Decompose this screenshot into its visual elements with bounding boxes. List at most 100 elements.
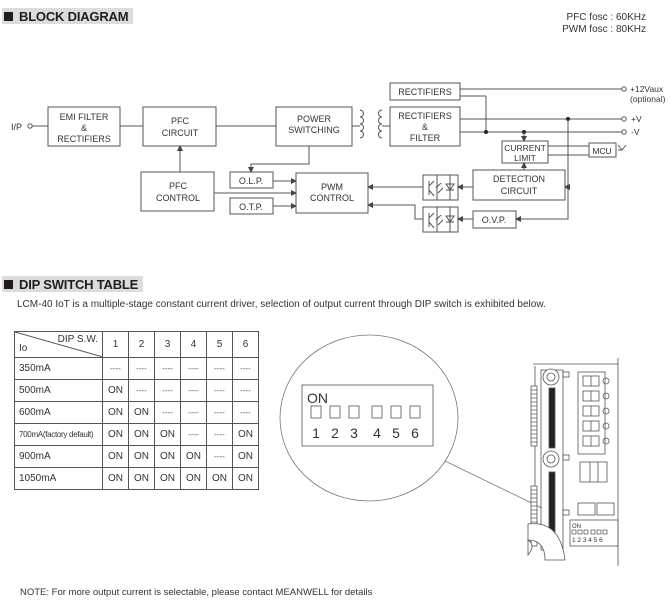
dip-number: 1 (312, 425, 320, 441)
magnifier-circle (279, 334, 459, 502)
optocoupler-icon (422, 174, 459, 201)
ovp-label: O.V.P. (482, 215, 507, 225)
pfc-circuit-line1: PFC (171, 116, 190, 126)
pfc-control-line1: PFC (169, 181, 188, 191)
input-label: I/P (11, 122, 22, 132)
switch-state-cell: ON (154, 467, 181, 490)
magnifier-pointer (444, 460, 543, 509)
current-limit-line1: CURRENT (504, 143, 546, 153)
rectifiers-aux-label: RECTIFIERS (398, 87, 452, 97)
rf-line2: & (422, 122, 428, 132)
io-value: 350mA (14, 357, 103, 380)
table-row: 600mA ON ON ---- ---- ---- ---- (14, 401, 259, 424)
io-label: Io (19, 343, 28, 354)
power-switching-line2: SWITCHING (288, 125, 340, 135)
switch-state-cell: ---- (180, 401, 207, 424)
rf-line1: RECTIFIERS (398, 111, 452, 121)
switch-state-cell: ---- (128, 357, 155, 380)
dip-number: 5 (392, 425, 400, 441)
switch-state-cell: ---- (154, 357, 181, 380)
aux-optional-label: (optional) (630, 94, 666, 104)
pfc-control-block (140, 171, 215, 212)
switch-state-cell: ---- (206, 445, 233, 468)
neg-terminal (621, 129, 627, 135)
column-header: 5 (206, 331, 233, 358)
switch-state-cell: ON (154, 445, 181, 468)
switch-state-cell: ---- (180, 357, 207, 380)
switch-state-cell: ---- (180, 379, 207, 402)
olp-label: O.L.P. (239, 176, 263, 186)
switch-state-cell: ---- (232, 379, 259, 402)
emi-line2: & (81, 123, 87, 133)
corner-cell: DIP S.W. Io (14, 331, 103, 358)
dip-switch-toggles (310, 405, 421, 419)
switch-state-cell: ON (232, 467, 259, 490)
neg-output-label: -V (631, 127, 640, 137)
detection-line2: CIRCUIT (501, 186, 538, 196)
table-row: 500mA ON ---- ---- ---- ---- ---- (14, 379, 259, 402)
column-header: 1 (102, 331, 129, 358)
otp-label: O.T.P. (239, 202, 263, 212)
switch-state-cell: ---- (128, 379, 155, 402)
dip-number: 2 (331, 425, 339, 441)
switch-state-cell: ON (128, 401, 155, 424)
pfc-circuit-block (142, 106, 217, 147)
aux-terminal (621, 86, 627, 92)
current-limit-line2: LIMIT (514, 153, 536, 163)
switch-state-cell: ---- (232, 357, 259, 380)
io-value: 500mA (14, 379, 103, 402)
column-header: 3 (154, 331, 181, 358)
detection-line1: DETECTION (493, 174, 545, 184)
mcu-label: MCU (592, 146, 611, 156)
dip-intro-text: LCM-40 IoT is a multiple-stage constant … (17, 299, 546, 310)
section-title: DIP SWITCH TABLE (19, 276, 139, 292)
switch-state-cell: ---- (206, 379, 233, 402)
switch-state-cell: ---- (180, 423, 207, 446)
io-value: 700mA(factory default) (14, 423, 103, 446)
table-row: 900mA ON ON ON ON ---- ON (14, 445, 259, 468)
footnote: NOTE: For more output current is selecta… (20, 587, 373, 598)
pwm-line1: PWM (321, 182, 343, 192)
pfc-circuit-line2: CIRCUIT (162, 128, 199, 138)
switch-state-cell: ON (180, 445, 207, 468)
switch-state-cell: ON (206, 467, 233, 490)
device-drawing (526, 358, 619, 566)
dip-switch-table: DIP S.W. Io 1 2 3 4 5 6 350mA ---- ---- ---… (14, 331, 259, 490)
emi-line1: EMI FILTER (60, 112, 109, 122)
table-header-row: DIP S.W. Io 1 2 3 4 5 6 (14, 331, 259, 358)
column-header: 2 (128, 331, 155, 358)
switch-state-cell: ON (102, 445, 129, 468)
pfc-control-line2: CONTROL (156, 193, 200, 203)
io-value: 600mA (14, 401, 103, 424)
pos-terminal (621, 116, 627, 122)
emi-line3: RECTIFIERS (57, 134, 111, 144)
dip-switch-detail (301, 384, 434, 447)
switch-state-cell: ON (128, 467, 155, 490)
switch-state-cell: ON (180, 467, 207, 490)
antenna-icon (617, 144, 627, 151)
dip-sw-label: DIP S.W. (57, 334, 98, 345)
transformer-icon (352, 109, 390, 139)
power-switching-line1: POWER (297, 114, 332, 124)
dip-number: 4 (373, 425, 381, 441)
input-terminal (27, 123, 33, 129)
table-row: 700mA(factory default) ON ON ON ---- ---- ON (14, 423, 259, 446)
block-diagram: I/P EMI FILTER & RECTIFIERS PFC CIRCUIT … (11, 82, 666, 233)
bullet-square-icon (4, 279, 13, 289)
switch-state-cell: ON (128, 423, 155, 446)
table-row: 350mA ---- ---- ---- ---- ---- ---- (14, 357, 259, 380)
switch-state-cell: ON (102, 467, 129, 490)
dip-number: 3 (350, 425, 358, 441)
switch-state-cell: ON (128, 445, 155, 468)
switch-state-cell: ---- (154, 379, 181, 402)
switch-state-cell: ---- (102, 357, 129, 380)
switch-state-cell: ON (102, 401, 129, 424)
switch-state-cell: ON (232, 423, 259, 446)
io-value: 900mA (14, 445, 103, 468)
switch-state-cell: ---- (206, 401, 233, 424)
io-value: 1050mA (14, 467, 103, 490)
device-dip-numbers: 1 2 3 4 5 6 (572, 537, 603, 544)
switch-state-cell: ON (102, 379, 129, 402)
pwm-line2: CONTROL (310, 193, 354, 203)
table-row: 1050mA ON ON ON ON ON ON (14, 467, 259, 490)
